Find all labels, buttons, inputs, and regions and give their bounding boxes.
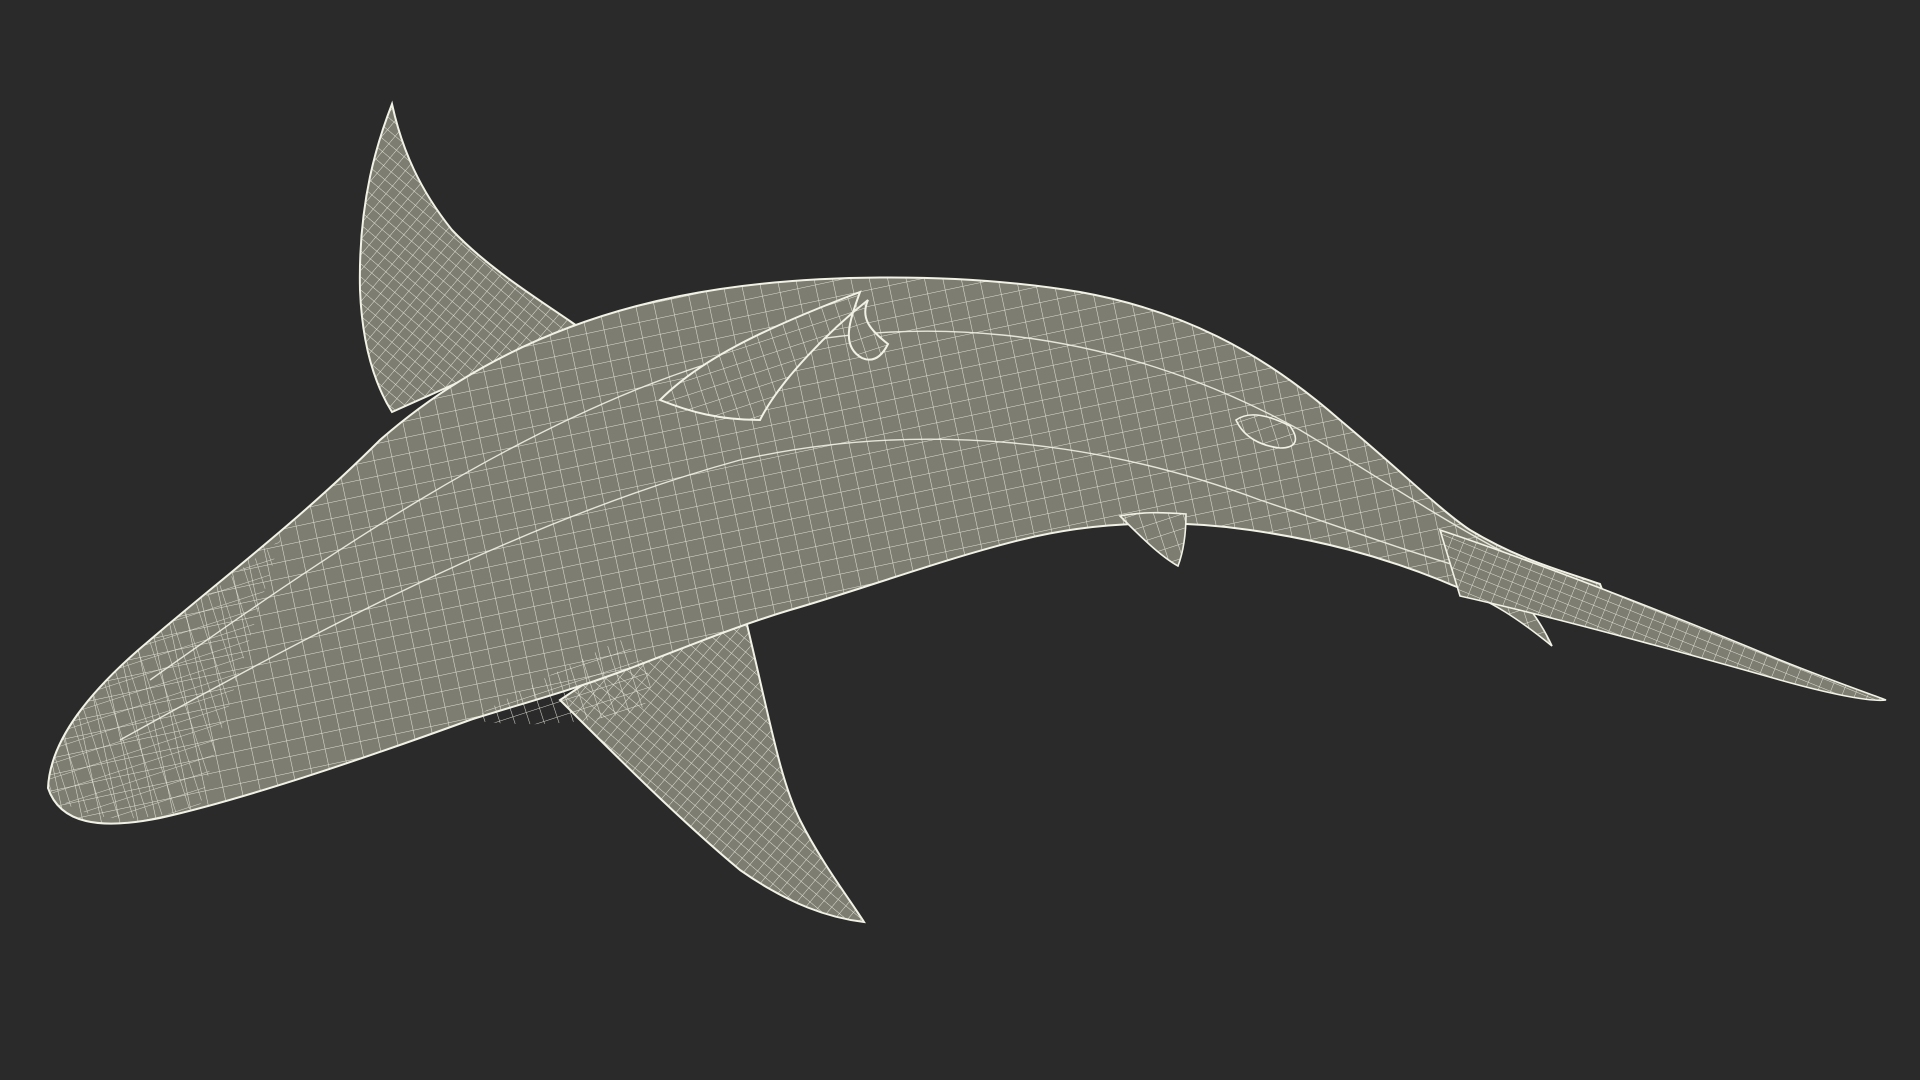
shark-body bbox=[46, 276, 1612, 825]
shark-wireframe-svg bbox=[46, 100, 1887, 924]
pelvic-fin bbox=[1118, 511, 1187, 568]
render-viewport bbox=[0, 0, 1920, 1080]
caudal-upper-lobe bbox=[1438, 528, 1887, 702]
